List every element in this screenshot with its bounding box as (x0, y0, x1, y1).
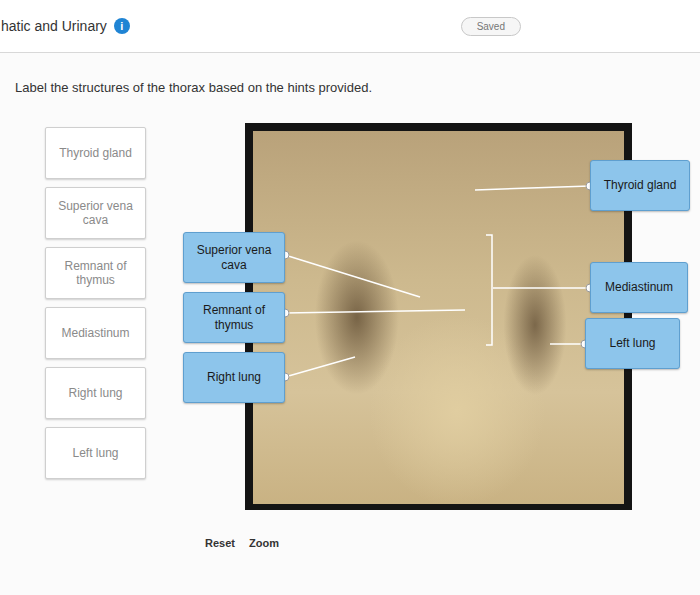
footer-button[interactable]: Zoom (249, 537, 279, 549)
info-icon[interactable]: i (114, 18, 130, 34)
leader-line (285, 310, 465, 313)
word-bank-item[interactable]: Remnant of thymus (45, 247, 146, 299)
footer-button[interactable]: Reset (205, 537, 235, 549)
word-bank-item[interactable]: Mediastinum (45, 307, 146, 359)
word-bank: Thyroid gland Superior vena cava Remnant o… (45, 123, 146, 479)
placed-label[interactable]: Thyroid gland (590, 160, 690, 211)
saved-status: Saved (461, 17, 521, 36)
placed-label[interactable]: Superior vena cava (183, 232, 285, 283)
photo-frame (245, 123, 632, 510)
leader-line (475, 186, 590, 190)
placed-label[interactable]: Left lung (585, 318, 680, 369)
word-bank-item[interactable]: Right lung (45, 367, 146, 419)
placed-label[interactable]: Right lung (183, 352, 285, 403)
chapter-title: hatic and Urinary (1, 18, 107, 34)
instruction: Label the structures of the thorax based… (0, 53, 700, 123)
footer: Reset Zoom (0, 533, 700, 549)
quiz-page: hatic and Urinary i Saved Label the structu… (0, 0, 700, 595)
thorax-photo (253, 131, 624, 504)
placed-label[interactable]: Mediastinum (590, 262, 688, 313)
leader-line (285, 255, 420, 297)
bracket-line (486, 235, 492, 345)
word-bank-item[interactable]: Thyroid gland (45, 127, 146, 179)
word-bank-item[interactable]: Superior vena cava (45, 187, 146, 239)
header: hatic and Urinary i Saved (0, 0, 700, 53)
word-bank-item[interactable]: Left lung (45, 427, 146, 479)
placed-label[interactable]: Remnant of thymus (183, 292, 285, 343)
leader-line (285, 357, 355, 377)
workspace: Thyroid gland Superior vena cava Remnant o… (0, 123, 700, 533)
leader-line (550, 343, 585, 345)
leader-line (493, 287, 590, 289)
